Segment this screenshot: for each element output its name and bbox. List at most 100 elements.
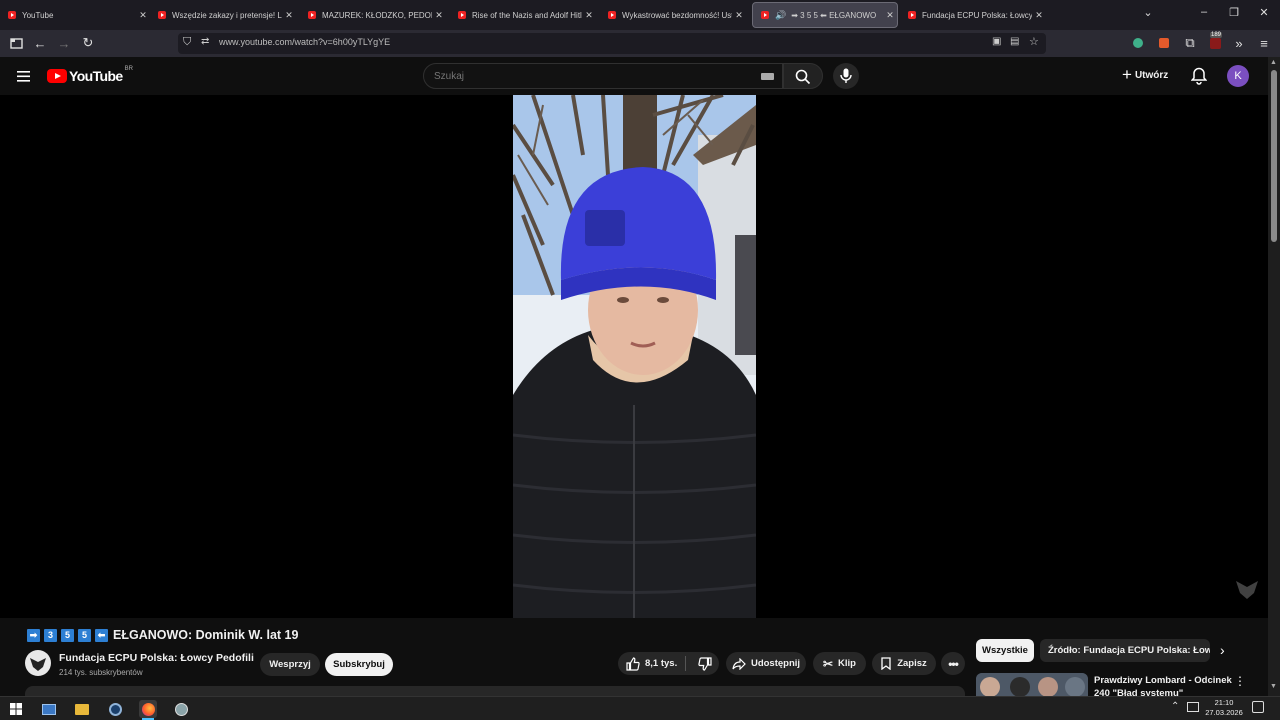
create-label: Utwórz: [1134, 69, 1169, 81]
sidebar-toggle-icon[interactable]: [7, 34, 25, 52]
scrollbar-thumb[interactable]: [1271, 70, 1277, 242]
youtube-logo-text: YouTube: [69, 68, 123, 84]
chip-all[interactable]: Wszystkie: [976, 639, 1034, 662]
channel-name[interactable]: Fundacja ECPU Polska: Łowcy Pedofili: [59, 652, 254, 664]
tab-video-4[interactable]: Rise of the Nazis and Adolf Hitl ✕: [450, 2, 596, 28]
close-tab-icon[interactable]: ✕: [1032, 10, 1046, 21]
more-vertical-icon[interactable]: ⋮: [1234, 674, 1246, 688]
close-tab-icon[interactable]: ✕: [582, 10, 596, 21]
share-button[interactable]: Udostępnij: [726, 652, 806, 675]
chevron-right-icon[interactable]: ›: [1220, 642, 1225, 658]
forward-icon[interactable]: →: [55, 34, 73, 52]
clock[interactable]: 21:10 27.03.2026: [1204, 698, 1244, 718]
extensions-puzzle-icon[interactable]: ⧉: [1181, 34, 1199, 52]
like-count: 8,1 tys.: [645, 658, 678, 669]
support-button[interactable]: Wesprzyj: [260, 653, 320, 676]
thumbs-down-icon: [698, 656, 712, 671]
more-actions-button[interactable]: •••: [941, 652, 965, 675]
app-launcher-icon[interactable]: [172, 700, 190, 718]
reader-view-icon[interactable]: ▤: [1010, 36, 1019, 47]
recommendation-thumbnail[interactable]: [976, 673, 1088, 696]
close-tab-icon[interactable]: ✕: [282, 10, 296, 21]
tab-title: ➡ 3 5 5 ⬅ EŁGANOWO: [791, 10, 877, 20]
channel-avatar[interactable]: [25, 650, 51, 676]
avatar-letter: K: [1234, 70, 1242, 82]
youtube-masthead: YouTube BR + Utwórz K: [0, 57, 1268, 95]
like-button[interactable]: 8,1 tys.: [626, 656, 678, 671]
extension-fox-icon[interactable]: [1155, 34, 1173, 52]
window-close-icon[interactable]: ✕: [1254, 6, 1274, 19]
tab-video-5[interactable]: Wykastrować bezdomność! Ust ✕: [600, 2, 746, 28]
scroll-down-icon[interactable]: ▼: [1270, 683, 1277, 690]
tab-video-3[interactable]: MAZUREK: KŁODZKO, PEDOFILI ✕: [300, 2, 446, 28]
minimize-icon[interactable]: –: [1194, 6, 1214, 18]
vpn-extension-icon[interactable]: [1129, 34, 1147, 52]
voice-search-button[interactable]: [833, 63, 859, 89]
back-icon[interactable]: ←: [31, 34, 49, 52]
description-box[interactable]: [25, 686, 965, 696]
scroll-up-icon[interactable]: ▲: [1270, 59, 1277, 66]
video-frame[interactable]: [513, 95, 756, 618]
youtube-favicon-icon: [8, 11, 16, 19]
keyboard-icon[interactable]: [761, 73, 774, 80]
like-divider: [685, 656, 687, 671]
subscribe-label: Subskrybuj: [333, 659, 385, 670]
account-avatar[interactable]: K: [1227, 65, 1249, 87]
title-badge: ⬅: [95, 628, 108, 642]
chip-source[interactable]: Źródło: Fundacja ECPU Polska: Łowcy: [1040, 639, 1210, 662]
clock-time: 21:10: [1214, 698, 1234, 707]
file-explorer-icon[interactable]: [73, 700, 91, 718]
search-input[interactable]: [434, 69, 734, 84]
tab-video-2[interactable]: Wszędzie zakazy i pretensje! Lu ✕: [150, 2, 296, 28]
tray-chevron-up-icon[interactable]: ⌃: [1171, 701, 1179, 712]
url-text[interactable]: www.youtube.com/watch?v=6h00yTLYgYE: [219, 37, 390, 47]
guide-menu-icon[interactable]: [15, 67, 33, 85]
microphone-icon: [840, 68, 852, 83]
search-button[interactable]: [783, 63, 823, 89]
channel-watermark-logo[interactable]: [1234, 575, 1260, 601]
tab-active-video[interactable]: 🔊 ➡ 3 5 5 ⬅ EŁGANOWO ✕: [752, 2, 898, 28]
youtube-favicon-icon: [308, 11, 316, 19]
ublock-extension-icon[interactable]: 189: [1206, 32, 1224, 52]
like-dislike-group: 8,1 tys.: [618, 652, 719, 675]
subscribe-button[interactable]: Subskrybuj: [325, 653, 393, 676]
search-box[interactable]: [423, 63, 783, 89]
monitor-app-icon[interactable]: [40, 700, 58, 718]
tab-youtube[interactable]: YouTube ✕: [0, 2, 150, 28]
close-tab-icon[interactable]: ✕: [883, 10, 897, 21]
restore-icon[interactable]: ❐: [1224, 6, 1244, 19]
youtube-logo[interactable]: YouTube BR: [47, 66, 133, 84]
overflow-chevron-icon[interactable]: »: [1230, 34, 1248, 52]
tab-title: Fundacja ECPU Polska: Łowcy P: [922, 10, 1032, 20]
tab-strip: YouTube ✕ Wszędzie zakazy i pretensje! L…: [0, 0, 1280, 30]
network-icon[interactable]: [1187, 702, 1199, 712]
close-tab-icon[interactable]: ✕: [432, 10, 446, 21]
notifications-bell-icon[interactable]: [1190, 67, 1208, 90]
speaker-icon[interactable]: 🔊: [775, 10, 786, 21]
permissions-icon[interactable]: ⇄: [201, 36, 209, 47]
notification-center-icon[interactable]: [1252, 701, 1264, 713]
dislike-button[interactable]: [698, 656, 712, 671]
firefox-icon[interactable]: [139, 700, 157, 718]
steam-icon[interactable]: [106, 700, 124, 718]
windows-start-icon[interactable]: [7, 700, 25, 718]
page-scrollbar[interactable]: ▲ ▼: [1268, 57, 1280, 696]
channel-emblem-icon: [30, 658, 46, 671]
create-button[interactable]: + Utwórz: [1122, 66, 1169, 83]
youtube-play-logo-icon: [47, 69, 67, 83]
shield-icon[interactable]: ⛉: [183, 36, 191, 49]
list-all-tabs-icon[interactable]: ⌄: [1138, 6, 1158, 19]
support-label: Wesprzyj: [269, 659, 311, 670]
video-player[interactable]: [0, 95, 1268, 618]
close-tab-icon[interactable]: ✕: [136, 10, 150, 21]
clip-button[interactable]: ✂ Klip: [813, 652, 866, 675]
picture-in-picture-icon[interactable]: ▣: [992, 36, 1001, 47]
url-bar[interactable]: ⛉ ⇄ www.youtube.com/watch?v=6h00yTLYgYE …: [178, 33, 1046, 54]
app-menu-icon[interactable]: ≡: [1255, 34, 1273, 52]
close-tab-icon[interactable]: ✕: [732, 10, 746, 21]
reload-icon[interactable]: ↻: [79, 34, 97, 52]
save-button[interactable]: Zapisz: [872, 652, 936, 675]
bookmark-star-icon[interactable]: ☆: [1029, 35, 1039, 48]
share-label: Udostępnij: [750, 658, 801, 669]
tab-channel[interactable]: Fundacja ECPU Polska: Łowcy P ✕: [900, 2, 1046, 28]
